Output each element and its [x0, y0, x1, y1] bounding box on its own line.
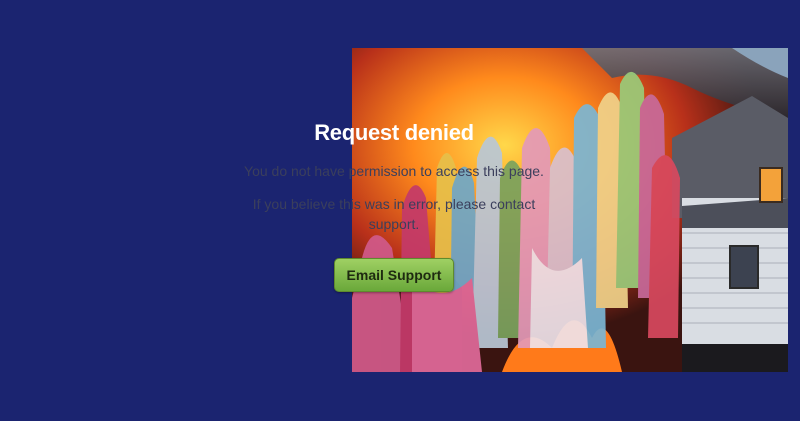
access-denied-message: Request denied You do not have permissio…: [234, 118, 554, 292]
permission-message: You do not have permission to access thi…: [244, 163, 544, 179]
email-support-button[interactable]: Email Support: [334, 258, 454, 292]
page-title: Request denied: [314, 120, 474, 145]
contact-support-message: If you believe this was in error, please…: [252, 196, 536, 232]
right-edge-strip: [788, 0, 800, 421]
error-page: Request denied You do not have permissio…: [0, 0, 800, 421]
button-container: Email Support: [234, 258, 554, 292]
